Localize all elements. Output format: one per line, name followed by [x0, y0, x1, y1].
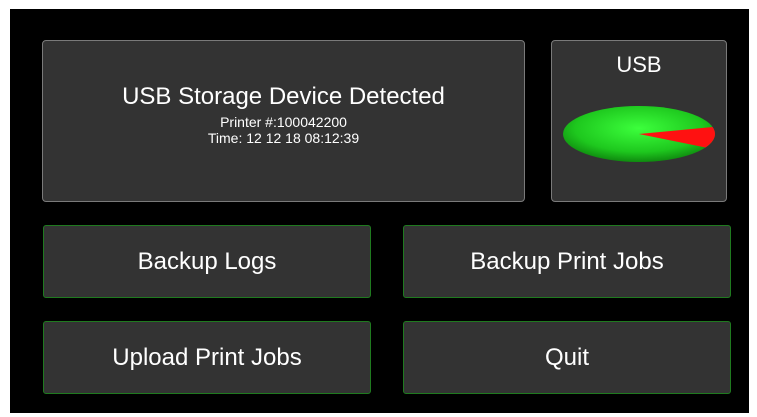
device-screen: USB Storage Device Detected Printer #:10…	[10, 9, 749, 413]
usb-detected-info-panel: USB Storage Device Detected Printer #:10…	[42, 40, 525, 202]
upload-print-jobs-button[interactable]: Upload Print Jobs	[43, 321, 371, 394]
backup-print-jobs-button[interactable]: Backup Print Jobs	[403, 225, 731, 298]
timestamp-text: Time: 12 12 18 08:12:39	[207, 130, 360, 146]
usb-storage-usage-pie	[563, 106, 715, 162]
quit-button[interactable]: Quit	[403, 321, 731, 394]
usb-detected-title: USB Storage Device Detected	[122, 83, 445, 110]
printer-number-text: Printer #:100042200	[220, 114, 347, 130]
backup-logs-button[interactable]: Backup Logs	[43, 225, 371, 298]
usb-status-panel: USB	[551, 40, 727, 202]
usb-label: USB	[616, 52, 662, 77]
